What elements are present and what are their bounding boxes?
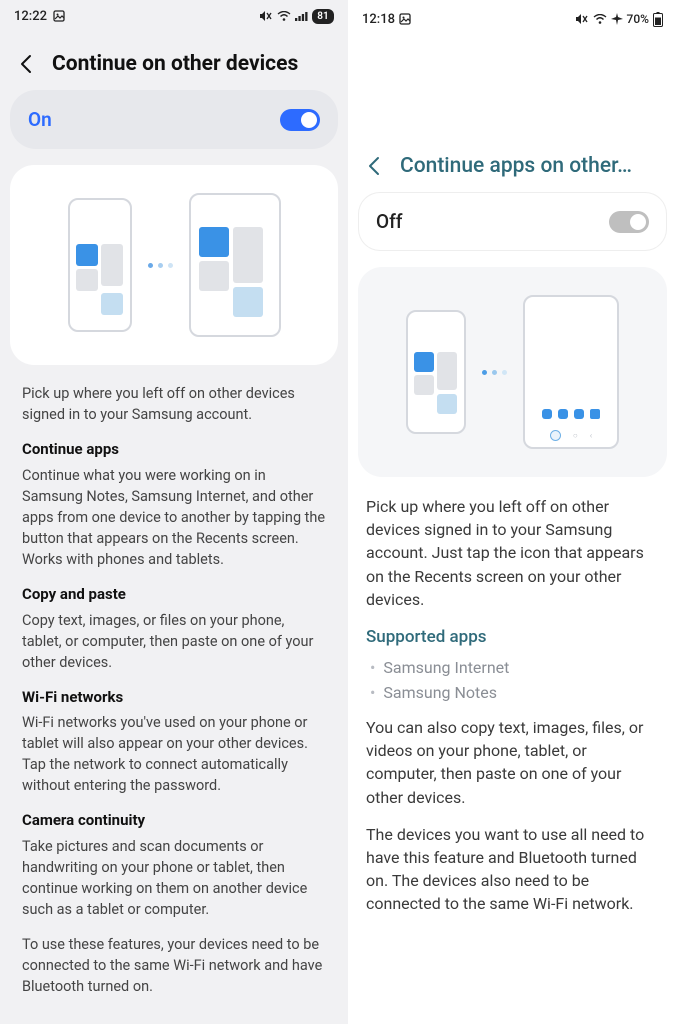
status-time: 12:22 xyxy=(14,9,47,24)
photo-icon xyxy=(53,10,65,22)
toggle-label: Off xyxy=(376,210,403,233)
toggle-label: On xyxy=(28,108,52,131)
app-dock-icons xyxy=(525,409,617,419)
master-toggle[interactable] xyxy=(609,211,649,233)
section-title: Continue apps xyxy=(22,439,326,461)
back-icon[interactable] xyxy=(364,155,386,177)
wifi-icon xyxy=(277,11,291,22)
wifi-icon xyxy=(593,14,607,25)
section-title: Copy and paste xyxy=(22,584,326,606)
nav-bar-icons: ○ ‹ xyxy=(525,430,617,441)
back-icon[interactable] xyxy=(16,53,38,75)
battery-text: 70% xyxy=(627,12,649,26)
master-toggle-card: On xyxy=(10,90,338,149)
supported-apps-list: Samsung Internet Samsung Notes xyxy=(366,656,659,716)
copy-paste-text: You can also copy text, images, files, o… xyxy=(366,716,659,809)
phone-illustration-1 xyxy=(68,198,132,332)
requirements-text: The devices you want to use all need to … xyxy=(366,823,659,916)
description-text: Pick up where you left off on other devi… xyxy=(348,477,677,929)
phone-illustration-1 xyxy=(406,310,466,434)
transfer-dots-icon xyxy=(148,263,173,268)
battery-badge: 81 xyxy=(312,9,334,24)
illustration xyxy=(10,165,338,365)
illustration: ○ ‹ xyxy=(358,267,667,477)
photo-icon xyxy=(399,13,411,25)
airplane-icon xyxy=(611,13,623,25)
section-body: Continue what you were working on in Sam… xyxy=(22,465,326,570)
supported-apps-title: Supported apps xyxy=(366,625,659,650)
screenshot-right: 12:18 70% Continue apps on other… Off xyxy=(348,0,677,1024)
master-toggle[interactable] xyxy=(280,109,320,131)
section-title: Camera continuity xyxy=(22,810,326,832)
status-bar: 12:18 70% xyxy=(348,0,677,32)
intro-text: Pick up where you left off on other devi… xyxy=(22,383,326,425)
phone-illustration-2 xyxy=(189,193,281,337)
page-title: Continue apps on other… xyxy=(400,154,632,178)
section-title: Wi-Fi networks xyxy=(22,687,326,709)
section-body: Wi-Fi networks you've used on your phone… xyxy=(22,712,326,796)
whitespace xyxy=(348,934,677,1024)
status-bar: 12:22 81 xyxy=(0,0,348,32)
phone-illustration-2: ○ ‹ xyxy=(523,295,619,449)
battery-icon xyxy=(653,12,663,27)
page-header: Continue on other devices xyxy=(0,32,348,90)
mute-icon xyxy=(575,13,589,25)
page-header: Continue apps on other… xyxy=(348,134,677,192)
signal-icon xyxy=(295,11,308,22)
footer-text: To use these features, your devices need… xyxy=(22,934,326,997)
list-item: Samsung Notes xyxy=(370,681,659,704)
section-body: Copy text, images, or files on your phon… xyxy=(22,610,326,673)
intro-text: Pick up where you left off on other devi… xyxy=(366,495,659,611)
description-text: Pick up where you left off on other devi… xyxy=(0,365,348,1011)
master-toggle-card: Off xyxy=(358,192,667,251)
mute-icon xyxy=(259,10,273,22)
transfer-dots-icon xyxy=(482,370,507,375)
status-time: 12:18 xyxy=(362,12,395,27)
page-title: Continue on other devices xyxy=(52,52,298,76)
screenshot-left: 12:22 81 Continue on other devices On xyxy=(0,0,348,1024)
section-body: Take pictures and scan documents or hand… xyxy=(22,836,326,920)
list-item: Samsung Internet xyxy=(370,656,659,679)
